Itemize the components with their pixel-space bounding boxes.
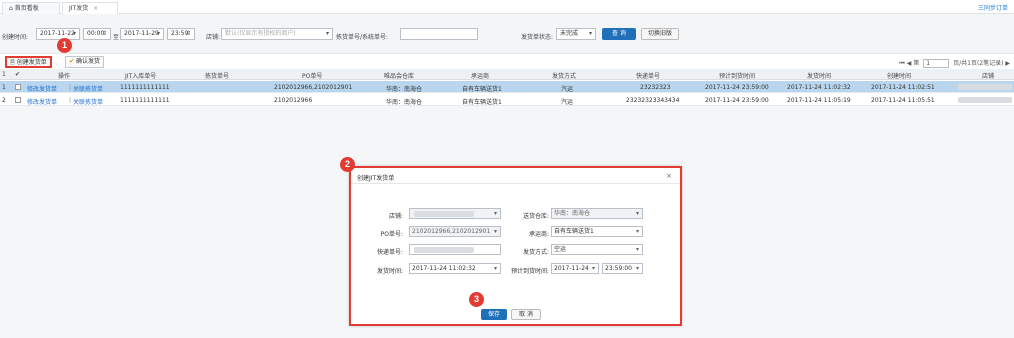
- step-marker-3: 3: [469, 292, 484, 307]
- shop-label: 店铺:: [206, 34, 221, 41]
- ship-method-label: 发货方式:: [522, 249, 549, 256]
- ship-method-select[interactable]: 空运 ▾: [551, 244, 643, 255]
- spinner-icon: ⇕: [185, 30, 191, 37]
- header-shop: 店铺: [982, 73, 995, 80]
- link-pick-order-link[interactable]: 关联拣货单: [73, 97, 103, 106]
- header-op: 操作: [58, 73, 71, 80]
- chevron-down-icon: ▾: [493, 265, 497, 272]
- pager: ⏮ ◀ 第 1 页/共1页(2笔记录) ▶: [899, 59, 1010, 68]
- edit-shipment-link[interactable]: 修改发货单: [27, 97, 57, 106]
- row-checkbox[interactable]: [15, 84, 21, 90]
- header-carrier: 承运商: [471, 73, 490, 80]
- step-marker-2: 2: [340, 157, 355, 172]
- header-check-icon[interactable]: ✔: [15, 71, 20, 78]
- prev-page-icon[interactable]: ◀: [907, 60, 912, 67]
- chevron-down-icon: ▾: [325, 30, 329, 37]
- tab-jit-ship[interactable]: JIT发货 ×: [62, 2, 118, 14]
- home-icon: ⌂: [9, 5, 13, 12]
- tab-bar: ⌂ 首页看板 JIT发货 × 三同步订单: [0, 0, 1014, 14]
- status-select[interactable]: 未完成 ▾: [556, 28, 596, 40]
- close-icon[interactable]: ×: [93, 5, 98, 12]
- carrier-select[interactable]: 自有车辆送货1 ▾: [551, 226, 643, 237]
- carrier-label: 承运商:: [528, 231, 549, 238]
- header-rownum: 1: [2, 71, 6, 78]
- header-ship: 发货时间: [807, 73, 832, 80]
- shop-redacted: [414, 211, 474, 217]
- first-page-icon[interactable]: ⏮: [899, 60, 904, 67]
- shop-redacted: [958, 84, 1012, 90]
- po-select[interactable]: 2102012966,2102012901 ▾: [409, 226, 501, 237]
- sync-orders-link[interactable]: 三同步订单: [978, 3, 1008, 12]
- chevron-down-icon: ▾: [635, 210, 639, 217]
- chevron-down-icon: ▾: [156, 30, 160, 37]
- file-icon: 🗎: [10, 59, 15, 66]
- save-button[interactable]: 保存: [481, 309, 507, 320]
- header-eta: 预计到货时间: [719, 73, 756, 80]
- shop-select[interactable]: 默认(仅显示有授权的商户) ▾: [221, 28, 333, 40]
- to-label: 至: [113, 34, 120, 41]
- create-time-label: 创建时间:: [2, 34, 29, 41]
- eta-date-select[interactable]: 2017-11-24 ▾: [551, 263, 599, 274]
- start-time-spinner[interactable]: 00:00 ⇕: [83, 28, 111, 40]
- warehouse-label: 送货仓库:: [522, 213, 549, 220]
- query-button[interactable]: 查 询: [602, 28, 636, 40]
- confirm-ship-button[interactable]: ✔ 确认发货: [65, 56, 104, 68]
- eta-label: 预计到货时间:: [510, 268, 549, 275]
- create-shipment-button[interactable]: 🗎 创建发货单: [5, 56, 52, 68]
- chevron-down-icon: ▾: [72, 30, 76, 37]
- ship-time-label: 发货时间:: [376, 268, 403, 275]
- chevron-down-icon: ▾: [493, 228, 497, 235]
- close-icon[interactable]: ×: [666, 172, 672, 180]
- tab-home[interactable]: ⌂ 首页看板: [2, 2, 60, 14]
- start-date-select[interactable]: 2017-11-22 ▾: [36, 28, 80, 40]
- shop-label: 店铺:: [388, 213, 403, 220]
- header-created: 创建时间: [887, 73, 912, 80]
- chevron-down-icon: ▾: [635, 246, 639, 253]
- status-label: 发货单状态:: [521, 34, 554, 41]
- chevron-down-icon: ▾: [591, 265, 595, 272]
- chevron-down-icon: ▾: [588, 30, 592, 37]
- express-no-label: 快递单号:: [376, 249, 403, 256]
- create-jit-shipment-dialog: 创建JIT发货单 × 店铺: ▾ 送货仓库: 华南：南海仓 ▾ PO单号: 210…: [349, 166, 682, 326]
- next-page-icon[interactable]: ▶: [1005, 60, 1010, 67]
- check-icon: ✔: [69, 58, 75, 65]
- express-no-input[interactable]: [409, 244, 501, 255]
- shop-redacted: [958, 97, 1012, 103]
- header-jit: JIT入库单号: [125, 73, 157, 80]
- header-express: 快递单号: [636, 73, 661, 80]
- po-label: PO单号:: [380, 231, 403, 238]
- row-checkbox[interactable]: [15, 97, 21, 103]
- header-pick: 拣货单号: [205, 73, 230, 80]
- spinner-icon: ⇕: [101, 30, 107, 37]
- header-method: 发货方式: [552, 73, 577, 80]
- table-row[interactable]: 1 修改发货单 | 关联拣货单 1111111111111 2102012966…: [0, 81, 1014, 93]
- end-date-select[interactable]: 2017-11-29 ▾: [120, 28, 164, 40]
- edit-shipment-link[interactable]: 修改发货单: [27, 84, 57, 93]
- order-no-label: 拣货单号/系统单号:: [336, 34, 389, 41]
- warehouse-select[interactable]: 华南：南海仓 ▾: [551, 208, 643, 219]
- page-input[interactable]: 1: [923, 59, 950, 68]
- order-no-input[interactable]: [400, 28, 478, 40]
- ship-time-select[interactable]: 2017-11-24 11:02:32 ▾: [409, 263, 501, 274]
- switch-old-version-button[interactable]: 切换旧版: [641, 28, 679, 40]
- header-wh: 唯品会仓库: [384, 73, 415, 80]
- dialog-header: 创建JIT发货单 ×: [351, 168, 680, 184]
- eta-time-select[interactable]: 23:59:00 ▾: [602, 263, 643, 274]
- express-no-redacted: [414, 247, 474, 253]
- dialog-title: 创建JIT发货单: [357, 175, 395, 182]
- end-time-spinner[interactable]: 23:59 ⇕: [167, 28, 195, 40]
- chevron-down-icon: ▾: [635, 228, 639, 235]
- cancel-button[interactable]: 取 消: [511, 309, 541, 320]
- chevron-down-icon: ▾: [493, 210, 497, 217]
- table-row[interactable]: 2 修改发货单 | 关联拣货单 1111111111111 2102012966…: [0, 94, 1014, 106]
- link-pick-order-link[interactable]: 关联拣货单: [73, 84, 103, 93]
- table-header: 1 ✔ 操作 JIT入库单号 拣货单号 PO单号 唯品会仓库 承运商 发货方式 …: [0, 69, 1014, 80]
- chevron-down-icon: ▾: [635, 265, 639, 272]
- step-marker-1: 1: [57, 38, 72, 53]
- shop-select[interactable]: ▾: [409, 208, 501, 219]
- header-po: PO单号: [302, 73, 323, 80]
- toolbar: 🗎 创建发货单 ✔ 确认发货 ⏮ ◀ 第 1 页/共1页(2笔记录) ▶: [0, 55, 1014, 69]
